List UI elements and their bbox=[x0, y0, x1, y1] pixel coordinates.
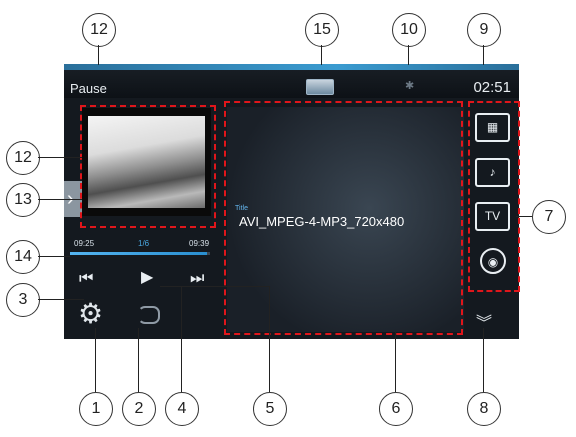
status-bar: Pause ✱ 02:51 bbox=[64, 64, 519, 98]
progress-bar[interactable] bbox=[70, 252, 210, 255]
callout-5: 5 bbox=[253, 392, 287, 426]
leader-9 bbox=[483, 45, 484, 65]
progress-fill bbox=[70, 252, 208, 255]
repeat-icon[interactable] bbox=[138, 306, 160, 324]
callout-6: 6 bbox=[379, 392, 413, 426]
elapsed-time: 09:25 bbox=[74, 239, 95, 248]
leader-10 bbox=[408, 45, 409, 65]
callout-7: 7 bbox=[532, 200, 566, 234]
callout-9: 9 bbox=[467, 13, 501, 47]
leader-13 bbox=[38, 199, 82, 200]
image-icon[interactable] bbox=[306, 79, 334, 95]
highlight-info-panel bbox=[224, 101, 463, 335]
leader-12-top bbox=[98, 45, 99, 65]
next-icon[interactable]: ⏭ bbox=[190, 271, 204, 287]
play-icon[interactable]: ▶ bbox=[141, 270, 153, 286]
leader-4 bbox=[181, 286, 182, 392]
leader-8 bbox=[483, 328, 484, 392]
callout-2: 2 bbox=[122, 392, 156, 426]
callout-12-top: 12 bbox=[82, 13, 116, 47]
leader-14 bbox=[38, 256, 70, 257]
playback-state: Pause bbox=[70, 81, 107, 96]
leader-5 bbox=[269, 286, 270, 392]
callout-12-side: 12 bbox=[6, 141, 40, 175]
bluetooth-icon: ✱ bbox=[405, 80, 415, 92]
track-counter: 1/6 bbox=[138, 239, 150, 248]
clock: 02:51 bbox=[473, 79, 511, 96]
leader-5-h bbox=[160, 286, 270, 287]
total-time: 09:39 bbox=[189, 239, 210, 248]
callout-1: 1 bbox=[79, 392, 113, 426]
highlight-source-menu bbox=[468, 101, 520, 292]
leader-2 bbox=[138, 328, 139, 392]
callout-4: 4 bbox=[165, 392, 199, 426]
chevrons-down-icon[interactable]: ︾ bbox=[476, 316, 492, 332]
leader-1 bbox=[95, 328, 96, 392]
callout-13: 13 bbox=[6, 183, 40, 217]
status-accent-line bbox=[64, 64, 519, 70]
leader-6 bbox=[395, 331, 396, 392]
leader-7 bbox=[516, 216, 532, 217]
callout-10: 10 bbox=[392, 13, 426, 47]
callout-15: 15 bbox=[305, 13, 339, 47]
prev-icon[interactable]: ⏮ bbox=[79, 271, 93, 287]
callout-3: 3 bbox=[6, 283, 40, 317]
callout-14: 14 bbox=[6, 240, 40, 274]
leader-3 bbox=[38, 299, 84, 300]
gear-icon[interactable]: ⚙ bbox=[78, 300, 106, 328]
leader-12-side bbox=[38, 157, 82, 158]
leader-15 bbox=[321, 45, 322, 65]
highlight-thumbnail bbox=[80, 105, 216, 228]
callout-8: 8 bbox=[467, 392, 501, 426]
